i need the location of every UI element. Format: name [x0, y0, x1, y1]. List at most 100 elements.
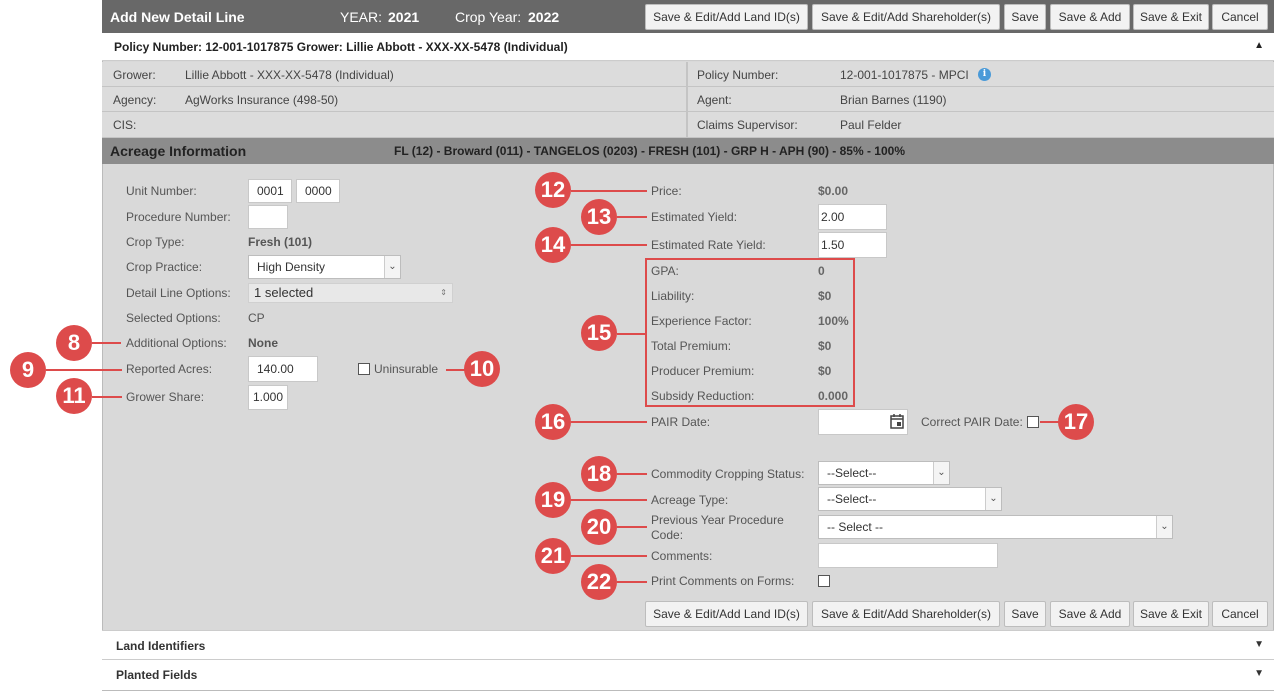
callout-line-8 [92, 342, 121, 344]
producer-premium-label: Producer Premium: [651, 364, 755, 378]
total-premium-value: $0 [818, 339, 832, 353]
uninsurable-label: Uninsurable [374, 362, 439, 376]
comments-input[interactable] [818, 543, 998, 568]
detail-line-options-value: 1 selected [254, 285, 314, 300]
callout-line-13 [617, 216, 647, 218]
agent-value: Brian Barnes (1190) [840, 93, 947, 107]
detail-line-options-label: Detail Line Options: [126, 286, 231, 300]
additional-options-value: None [248, 336, 278, 350]
comments-label: Comments: [651, 549, 713, 563]
previous-year-procedure-select[interactable]: -- Select -- ⌄ [818, 515, 1173, 539]
year-value: 2021 [388, 9, 420, 25]
cancel-button[interactable]: Cancel [1212, 4, 1268, 30]
agency-label: Agency: [113, 93, 157, 107]
callout-line-22 [617, 581, 647, 583]
experience-factor-label: Experience Factor: [651, 314, 752, 328]
acreage-type-label: Acreage Type: [651, 493, 729, 507]
callout-line-18 [617, 473, 647, 475]
crop-type-label: Crop Type: [126, 235, 185, 249]
commodity-cropping-status-value: --Select-- [827, 466, 877, 480]
cis-label: CIS: [113, 118, 137, 132]
estimated-yield-label: Estimated Yield: [651, 210, 738, 224]
agent-label: Agent: [697, 93, 732, 107]
acreage-type-select[interactable]: --Select-- ⌄ [818, 487, 1002, 511]
planted-fields-section[interactable]: Planted Fields ▼ [102, 659, 1274, 691]
procedure-number-input[interactable] [248, 205, 288, 229]
crop-year-label: Crop Year: [455, 9, 522, 25]
callout-14: 14 [535, 227, 571, 263]
callout-line-20 [617, 526, 647, 528]
acreage-summary: FL (12) - Broward (011) - TANGELOS (0203… [394, 144, 906, 158]
pair-date-input[interactable] [818, 409, 888, 435]
grower-value: Lillie Abbott - XXX-XX-5478 (Individual) [185, 68, 394, 82]
bottom-save-edit-land-ids-button[interactable]: Save & Edit/Add Land ID(s) [645, 601, 808, 627]
grower-share-label: Grower Share: [126, 390, 205, 404]
callout-16: 16 [535, 404, 571, 440]
print-comments-label: Print Comments on Forms: [651, 574, 795, 588]
policy-number-value: 12-001-1017875 - MPCI [840, 68, 969, 82]
previous-year-procedure-value: -- Select -- [827, 520, 884, 534]
policy-summary: Policy Number: 12-001-1017875 Grower: Li… [114, 40, 568, 54]
reported-acres-input[interactable]: 140.00 [248, 356, 318, 382]
planted-fields-label: Planted Fields [116, 668, 198, 682]
crop-practice-select[interactable]: High Density ⌄ [248, 255, 401, 279]
callout-11: 11 [56, 378, 92, 414]
bottom-save-button[interactable]: Save [1004, 601, 1046, 627]
policy-number-label: Policy Number: [697, 68, 779, 82]
bottom-save-edit-shareholders-button[interactable]: Save & Edit/Add Shareholder(s) [812, 601, 1000, 627]
additional-options-label: Additional Options: [126, 336, 227, 350]
unit-number-input-2[interactable]: 0000 [296, 179, 340, 203]
acreage-section-bar: Acreage Information FL (12) - Broward (0… [102, 138, 1274, 164]
callout-line-21 [571, 555, 647, 557]
triangle-down-icon[interactable]: ▼ [1254, 639, 1264, 650]
agency-value: AgWorks Insurance (498-50) [185, 93, 339, 107]
estimated-rate-yield-input[interactable]: 1.50 [818, 232, 887, 258]
pair-date-label: PAIR Date: [651, 415, 711, 429]
estimated-yield-input[interactable]: 2.00 [818, 204, 887, 230]
grower-share-input[interactable]: 1.000 [248, 385, 288, 410]
callout-line-15 [617, 333, 647, 335]
save-button[interactable]: Save [1004, 4, 1046, 30]
save-edit-shareholders-button[interactable]: Save & Edit/Add Shareholder(s) [812, 4, 1000, 30]
save-edit-land-ids-button[interactable]: Save & Edit/Add Land ID(s) [645, 4, 808, 30]
detail-line-options-select[interactable]: 1 selected ⇕ [248, 283, 453, 303]
chevron-down-icon: ⌄ [933, 462, 949, 484]
commodity-cropping-status-label: Commodity Cropping Status: [651, 467, 805, 481]
land-identifiers-label: Land Identifiers [116, 639, 206, 653]
info-icon[interactable]: i [978, 68, 991, 81]
policy-bar[interactable]: Policy Number: 12-001-1017875 Grower: Li… [102, 33, 1274, 61]
selected-options-value: CP [248, 311, 265, 325]
claims-supervisor-value: Paul Felder [840, 118, 902, 132]
page-title: Add New Detail Line [110, 9, 245, 25]
callout-20: 20 [581, 509, 617, 545]
bottom-cancel-button[interactable]: Cancel [1212, 601, 1268, 627]
callout-line-9 [46, 369, 122, 371]
bottom-save-exit-button[interactable]: Save & Exit [1133, 601, 1209, 627]
total-premium-label: Total Premium: [651, 339, 732, 353]
crop-year-value: 2022 [528, 9, 560, 25]
chevron-down-icon: ⌄ [1156, 516, 1172, 538]
commodity-cropping-status-select[interactable]: --Select-- ⌄ [818, 461, 950, 485]
callout-line-11 [92, 396, 122, 398]
liability-value: $0 [818, 289, 832, 303]
triangle-up-icon[interactable]: ▲ [1254, 40, 1264, 51]
previous-year-procedure-label-code: Code: [651, 528, 684, 542]
callout-12: 12 [535, 172, 571, 208]
triangle-down-icon[interactable]: ▼ [1254, 668, 1264, 679]
premium-highlight-box [645, 258, 855, 407]
save-add-button[interactable]: Save & Add [1050, 4, 1130, 30]
callout-10: 10 [464, 351, 500, 387]
callout-13: 13 [581, 199, 617, 235]
print-comments-checkbox[interactable] [818, 575, 830, 587]
acreage-type-value: --Select-- [827, 492, 877, 506]
callout-22: 22 [581, 564, 617, 600]
callout-line-16 [571, 421, 647, 423]
unit-number-input-1[interactable]: 0001 [248, 179, 292, 203]
uninsurable-checkbox[interactable] [358, 363, 370, 375]
reported-acres-label: Reported Acres: [126, 362, 213, 376]
correct-pair-date-checkbox[interactable] [1027, 416, 1039, 428]
bottom-save-add-button[interactable]: Save & Add [1050, 601, 1130, 627]
save-exit-button[interactable]: Save & Exit [1133, 4, 1209, 30]
calendar-icon[interactable] [887, 409, 908, 435]
land-identifiers-section[interactable]: Land Identifiers ▼ [102, 630, 1274, 659]
